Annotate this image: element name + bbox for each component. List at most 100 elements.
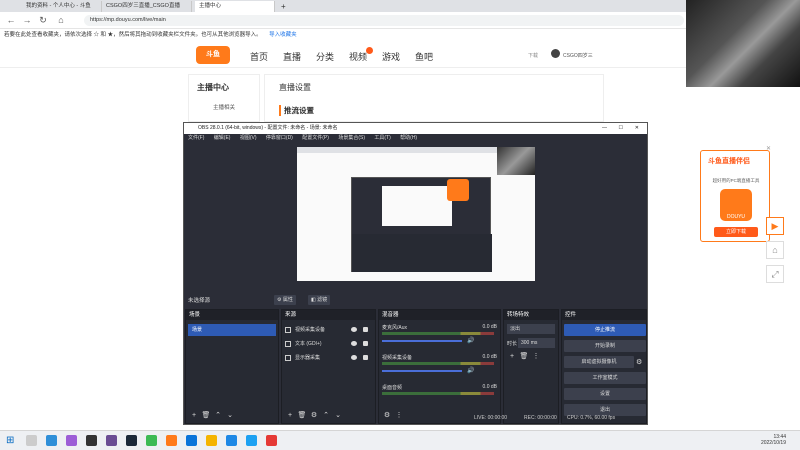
douyu-taskbar-icon[interactable] xyxy=(166,435,177,446)
tab-streamer-center[interactable]: 主播中心 xyxy=(195,1,275,12)
filters-button[interactable]: ◧ 滤镜 xyxy=(308,295,331,305)
new-tab-button[interactable]: + xyxy=(277,1,287,12)
start-recording-button[interactable]: 开始录制 xyxy=(564,340,646,352)
obs-window[interactable]: OBS 28.0.1 (64-bit, windows) - 配置文件: 未命名… xyxy=(183,122,648,425)
menu-file[interactable]: 文件(F) xyxy=(188,135,204,141)
transition-select[interactable]: 淡出 xyxy=(507,324,555,334)
record-icon[interactable] xyxy=(266,435,277,446)
nav-live[interactable]: 直播 xyxy=(283,50,301,63)
refresh-button[interactable]: ↻ xyxy=(38,15,48,25)
steam-icon[interactable] xyxy=(126,435,137,446)
trash-icon[interactable]: 🗑 xyxy=(518,352,530,360)
tab-csgo-live[interactable]: CSGO四岁三直播_CSGO直播 xyxy=(102,1,192,12)
settings-button[interactable]: 设置 xyxy=(564,388,646,400)
obs-menubar: 文件(F) 编辑(E) 视图(V) 停靠窗口(D) 配置文件(P) 场景集合(S… xyxy=(184,134,647,143)
properties-button[interactable]: ⚙ 属性 xyxy=(274,295,296,305)
back-button[interactable]: ← xyxy=(6,15,16,25)
tab-profile[interactable]: 我的资料 - 个人中心 - 斗鱼 xyxy=(22,1,102,12)
sidebar-item-streamer[interactable]: 主播相关 xyxy=(213,103,235,111)
widgets-icon[interactable] xyxy=(66,435,77,446)
maximize-icon[interactable]: ☐ xyxy=(619,123,623,134)
speaker-icon[interactable]: 🔊 xyxy=(467,337,474,344)
mixer-channel-name: 麦克风/Aux xyxy=(382,325,408,331)
start-icon[interactable]: ⊞ xyxy=(6,435,17,446)
home-icon[interactable]: ⌂ xyxy=(56,15,66,25)
studio-mode-button[interactable]: 工作室模式 xyxy=(564,372,646,384)
sources-dock: 来源 视频采集设备 文本 (GDI+) 显示器采集 + 🗑 ⚙ ⌃ ⌄ xyxy=(281,309,376,424)
clock-date: 2022/10/19 xyxy=(760,440,786,446)
obs-statusbar: LIVE: 00:00:00 REC: 00:00:00 CPU: 0.7%, … xyxy=(184,413,647,423)
import-favorites-link[interactable]: 导入收藏夹 xyxy=(269,32,297,38)
url-input[interactable]: https://mp.douyu.com/live/main xyxy=(84,15,684,26)
nav-home[interactable]: 首页 xyxy=(250,50,268,63)
download-link[interactable]: 下载 xyxy=(528,52,538,59)
system-clock[interactable]: 13:44 2022/10/19 xyxy=(761,434,786,446)
douyu-companion-promo[interactable]: 斗鱼直播伴侣 超好用的PC端直播工具 DOUYU 立即下载 ✕ xyxy=(700,146,771,242)
stop-stream-button[interactable]: 停止推流 xyxy=(564,324,646,336)
controls-header: 控件 xyxy=(562,310,646,320)
menu-help[interactable]: 帮助(H) xyxy=(400,135,417,141)
nav-category[interactable]: 分类 xyxy=(316,50,334,63)
controls-dock: 控件 停止推流 开始录制 启动虚拟摄像机 ⚙ 工作室模式 设置 退出 xyxy=(561,309,647,424)
volume-slider[interactable] xyxy=(382,370,462,372)
search-icon[interactable] xyxy=(26,435,37,446)
duration-input[interactable]: 300 ms xyxy=(518,338,555,348)
obs-preview[interactable] xyxy=(184,143,647,293)
more-icon[interactable]: ⋮ xyxy=(530,352,542,360)
tab-label: 我的资料 - 个人中心 - 斗鱼 xyxy=(26,3,91,9)
nav-game[interactable]: 游戏 xyxy=(382,50,400,63)
nav-fishbar[interactable]: 鱼吧 xyxy=(415,50,433,63)
obs-titlebar[interactable]: OBS 28.0.1 (64-bit, windows) - 配置文件: 未命名… xyxy=(184,123,647,134)
menu-profile[interactable]: 配置文件(P) xyxy=(302,135,329,141)
menu-edit[interactable]: 编辑(E) xyxy=(214,135,231,141)
virtual-camera-button[interactable]: 启动虚拟摄像机 xyxy=(564,356,634,368)
nav-video[interactable]: 视频 xyxy=(349,50,367,63)
expand-icon[interactable]: ⤢ xyxy=(766,265,784,283)
menu-tools[interactable]: 工具(T) xyxy=(374,135,390,141)
volume-slider[interactable] xyxy=(382,340,462,342)
close-icon[interactable]: ✕ xyxy=(635,123,639,134)
play-icon[interactable]: ▶ xyxy=(766,217,784,235)
menu-view[interactable]: 视图(V) xyxy=(240,135,257,141)
menu-scene-collection[interactable]: 场景集合(S) xyxy=(338,135,365,141)
properties-label: 属性 xyxy=(282,297,293,303)
taskview-icon[interactable] xyxy=(46,435,57,446)
wechat-icon[interactable] xyxy=(146,435,157,446)
qq-icon[interactable] xyxy=(246,435,257,446)
douyu-logo[interactable]: 斗鱼 xyxy=(196,46,230,64)
forward-button[interactable]: → xyxy=(22,15,32,25)
source-item[interactable]: 显示器采集 xyxy=(285,353,373,363)
gear-icon[interactable]: ⚙ xyxy=(636,358,642,366)
edge-icon[interactable] xyxy=(186,435,197,446)
app-taskbar-icon[interactable] xyxy=(106,435,117,446)
obs-taskbar-icon[interactable] xyxy=(86,435,97,446)
browser-tab-strip: 我的资料 - 个人中心 - 斗鱼 CSGO四岁三直播_CSGO直播 主播中心 + xyxy=(0,0,800,12)
home-icon[interactable]: ⌂ xyxy=(766,241,784,259)
scenes-dock: 场景 场景 + 🗑 ⌃ ⌄ xyxy=(185,309,279,424)
eye-icon[interactable] xyxy=(351,355,357,360)
explorer-icon[interactable] xyxy=(206,435,217,446)
main-content: 直播设置 推流设置 xyxy=(264,74,604,122)
browser-icon[interactable] xyxy=(226,435,237,446)
menu-docks[interactable]: 停靠窗口(D) xyxy=(266,135,293,141)
minimize-icon[interactable]: — xyxy=(602,123,607,134)
eye-icon[interactable] xyxy=(351,327,357,332)
add-icon[interactable]: + xyxy=(506,353,518,360)
no-source-label: 未选择源 xyxy=(188,298,211,304)
sidebar-title: 主播中心 xyxy=(197,83,229,92)
source-item[interactable]: 文本 (GDI+) xyxy=(285,339,373,349)
download-button[interactable]: 立即下载 xyxy=(714,227,758,237)
eye-icon[interactable] xyxy=(351,341,357,346)
scene-item[interactable]: 场景 xyxy=(188,324,276,336)
transitions-toolbar: + 🗑 ⋮ xyxy=(506,352,542,362)
tab-label: 主播中心 xyxy=(199,3,222,9)
lock-icon[interactable] xyxy=(363,327,368,332)
speaker-icon[interactable]: 🔊 xyxy=(467,367,474,374)
mixer-channel-db: 0.0 dB xyxy=(482,354,497,360)
close-icon[interactable]: ✕ xyxy=(766,145,771,152)
username[interactable]: CSGO四岁三 xyxy=(563,52,593,59)
avatar[interactable] xyxy=(551,49,560,58)
lock-icon[interactable] xyxy=(363,341,368,346)
source-item[interactable]: 视频采集设备 xyxy=(285,325,373,335)
lock-icon[interactable] xyxy=(363,355,368,360)
